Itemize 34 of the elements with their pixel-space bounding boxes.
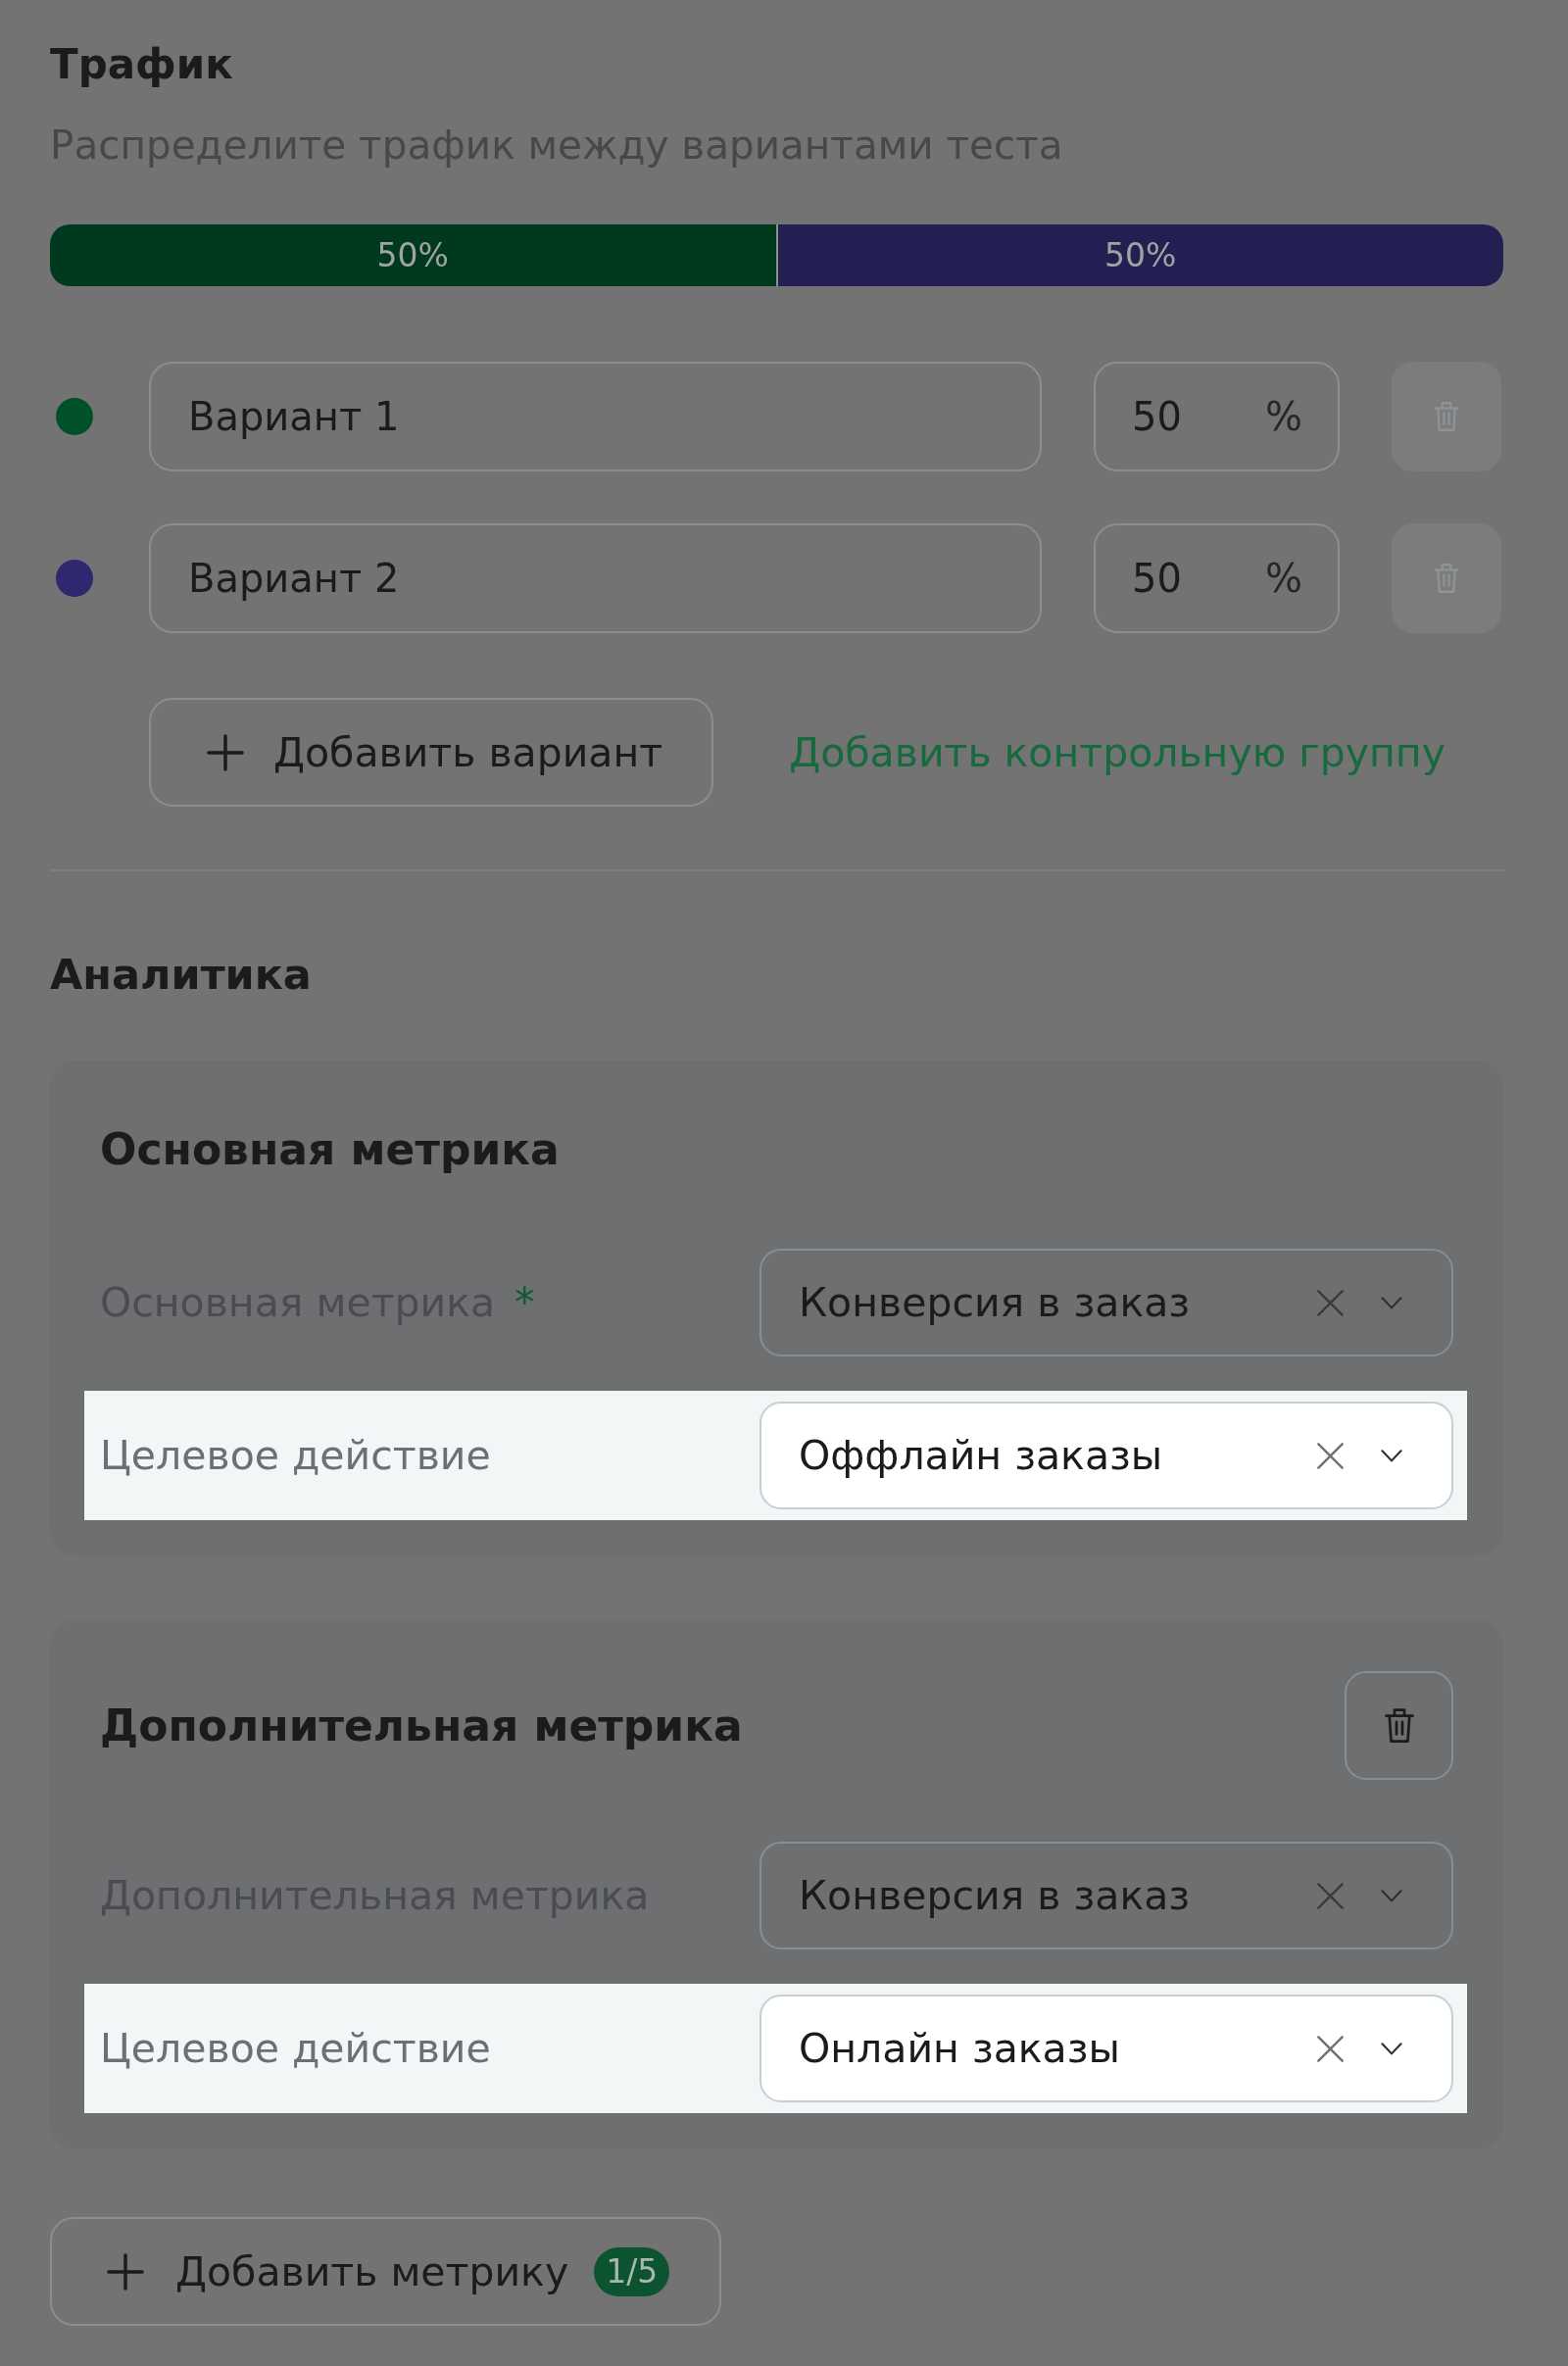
variant-name-field[interactable]: Вариант 2 bbox=[149, 523, 1042, 633]
chevron-down-icon bbox=[1381, 1296, 1402, 1309]
add-metric-button[interactable]: Добавить метрику 1/5 bbox=[50, 2217, 722, 2326]
section-title: Трафик bbox=[50, 40, 234, 89]
plus-icon bbox=[207, 733, 244, 771]
percent-suffix: % bbox=[1265, 394, 1302, 439]
card-title: Основная метрика bbox=[100, 1124, 560, 1174]
chevron-down-icon bbox=[1381, 1449, 1402, 1462]
chevron-down-icon bbox=[1381, 1889, 1402, 1902]
clear-icon bbox=[1317, 1289, 1344, 1316]
share-label: 50% bbox=[376, 236, 449, 274]
metric-select[interactable]: Конверсия в заказ bbox=[760, 1249, 1453, 1356]
chevron-down-icon bbox=[1381, 2042, 1402, 2055]
field-label: Целевое действие bbox=[100, 2025, 491, 2072]
percent-suffix: % bbox=[1265, 556, 1302, 601]
share-label: 50% bbox=[1104, 236, 1177, 274]
delete-metric-button[interactable] bbox=[1345, 1671, 1453, 1780]
plus-icon bbox=[107, 2252, 144, 2291]
clear-icon bbox=[1317, 1882, 1344, 1909]
clear-icon bbox=[1317, 1442, 1344, 1469]
variant-name-field[interactable]: Вариант 1 bbox=[149, 362, 1042, 471]
required-mark: * bbox=[514, 1279, 535, 1326]
count-badge: 1/5 bbox=[594, 2246, 670, 2296]
clear-icon bbox=[1317, 2035, 1344, 2062]
metric-select[interactable]: Онлайн заказы bbox=[760, 1995, 1453, 2102]
section-title: Аналитика bbox=[50, 950, 313, 999]
percent-field[interactable]: 50 % bbox=[1094, 362, 1340, 471]
metric-select[interactable]: Оффлайн заказы bbox=[760, 1402, 1453, 1509]
percent-field[interactable]: 50 % bbox=[1094, 523, 1340, 633]
metric-select[interactable]: Конверсия в заказ bbox=[760, 1842, 1453, 1949]
field-label: Целевое действие bbox=[100, 1432, 491, 1479]
add-variant-button[interactable]: Добавить вариант bbox=[149, 698, 714, 807]
card-title: Дополнительная метрика bbox=[100, 1701, 743, 1750]
trash-icon bbox=[1384, 1708, 1414, 1743]
